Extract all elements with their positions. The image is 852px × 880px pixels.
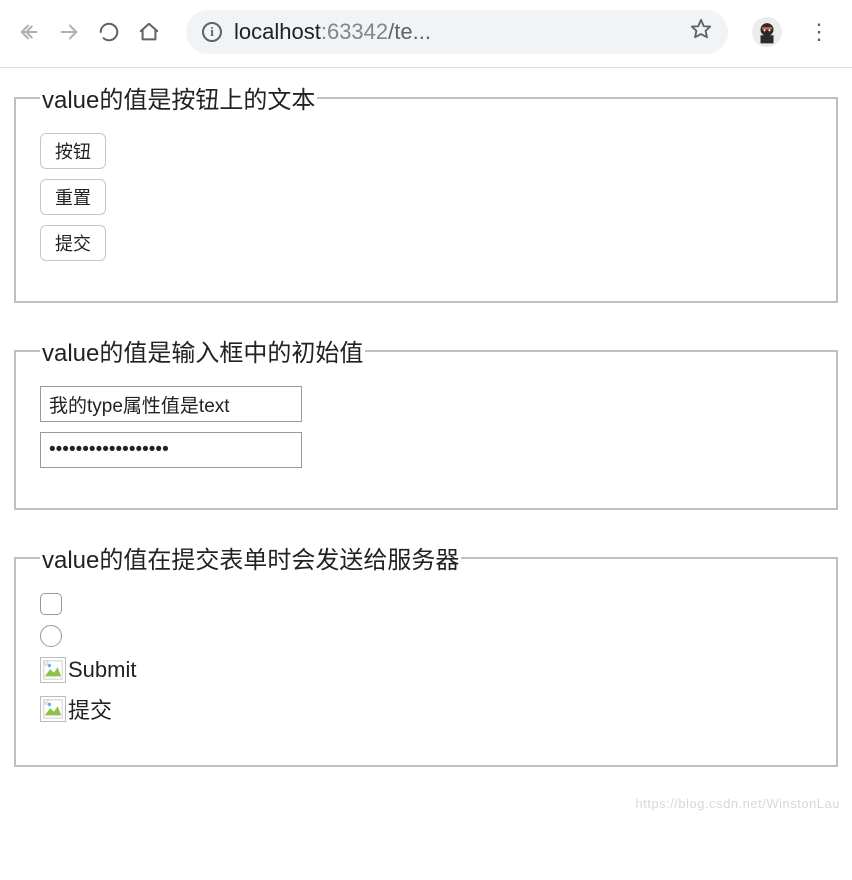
more-menu-icon[interactable]: ⋮ [808, 19, 830, 45]
type-button[interactable]: 按钮 [40, 133, 106, 169]
profile-avatar[interactable] [752, 17, 782, 47]
radio-input[interactable] [40, 625, 62, 647]
checkbox-input[interactable] [40, 593, 62, 615]
password-input[interactable] [40, 432, 302, 468]
image-submit-zh[interactable]: 提交 [40, 693, 112, 725]
address-bar[interactable]: i localhost:63342/te... [186, 10, 728, 54]
site-info-icon[interactable]: i [202, 22, 222, 42]
image-submit-label: Submit [68, 657, 136, 683]
broken-image-icon [40, 657, 66, 683]
fieldset-input-initial-values: value的值是输入框中的初始值 [14, 333, 838, 510]
type-submit-button[interactable]: 提交 [40, 225, 106, 261]
type-reset-button[interactable]: 重置 [40, 179, 106, 215]
bookmark-star-icon[interactable] [690, 18, 712, 46]
image-submit-label: 提交 [68, 693, 112, 725]
home-icon[interactable] [138, 21, 160, 43]
page-content: value的值是按钮上的文本 按钮 重置 提交 value的值是输入框中的初始值… [0, 68, 852, 817]
image-submit-en[interactable]: Submit [40, 657, 136, 683]
broken-image-icon [40, 696, 66, 722]
reload-icon[interactable] [98, 21, 120, 43]
fieldset-form-submit-values: value的值在提交表单时会发送给服务器 Submit 提交 [14, 540, 838, 767]
back-icon[interactable] [18, 21, 40, 43]
fieldset-legend: value的值在提交表单时会发送给服务器 [40, 540, 461, 575]
fieldset-legend: value的值是输入框中的初始值 [40, 333, 365, 368]
watermark: https://blog.csdn.net/WinstonLau [635, 796, 840, 811]
browser-toolbar: i localhost:63342/te... ⋮ [0, 0, 852, 68]
fieldset-legend: value的值是按钮上的文本 [40, 80, 317, 115]
forward-icon[interactable] [58, 21, 80, 43]
url-text: localhost:63342/te... [234, 19, 678, 45]
text-input[interactable] [40, 386, 302, 422]
fieldset-button-values: value的值是按钮上的文本 按钮 重置 提交 [14, 80, 838, 303]
